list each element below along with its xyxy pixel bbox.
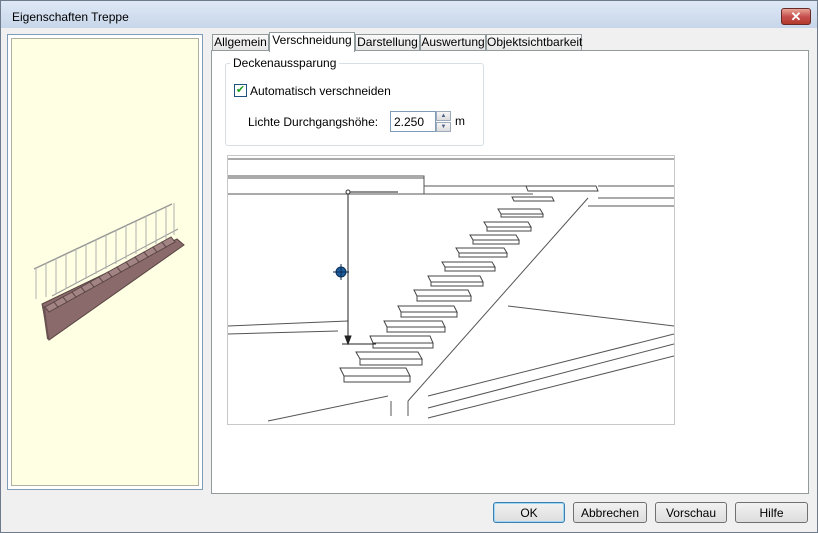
deckenaussparung-group — [225, 63, 484, 146]
crosshair-icon — [333, 264, 349, 280]
dialog-window: Eigenschaften Treppe ✕ Allgemein Verschn… — [0, 0, 818, 533]
help-button[interactable]: Hilfe — [735, 502, 808, 523]
stair-preview-panel — [7, 34, 203, 490]
group-label: Deckenaussparung — [230, 56, 340, 70]
tab-allgemein[interactable]: Allgemein — [212, 34, 269, 51]
close-icon: ✕ — [790, 9, 802, 24]
stair-cut-diagram — [227, 158, 675, 422]
tab-verschneidung[interactable]: Verschneidung — [269, 32, 355, 52]
tab-objektsichtbarkeit[interactable]: Objektsichtbarkeit — [486, 34, 582, 51]
stair-3d-preview — [33, 203, 185, 341]
cancel-button[interactable]: Abbrechen — [573, 502, 647, 523]
spin-down-icon[interactable]: ▼ — [436, 122, 451, 132]
stair-3d-model — [33, 203, 185, 341]
spin-up-icon[interactable]: ▲ — [436, 111, 451, 121]
title-bar[interactable]: Eigenschaften Treppe ✕ — [1, 1, 817, 28]
clear-height-input[interactable] — [390, 111, 436, 132]
clear-height-spinner: ▲ ▼ — [436, 111, 451, 132]
cut-illustration — [227, 155, 675, 425]
height-unit: m — [455, 114, 465, 128]
checkmark-icon: ✔ — [235, 84, 246, 96]
auto-cut-label[interactable]: Automatisch verschneiden — [250, 84, 391, 98]
tab-darstellung[interactable]: Darstellung — [355, 34, 420, 51]
tab-auswertung[interactable]: Auswertung — [420, 34, 486, 51]
stair-preview-canvas[interactable] — [11, 38, 199, 486]
clear-height-label: Lichte Durchgangshöhe: — [248, 115, 379, 129]
ok-button[interactable]: OK — [493, 502, 565, 523]
preview-button[interactable]: Vorschau — [655, 502, 727, 523]
close-button[interactable]: ✕ — [781, 8, 811, 25]
auto-cut-checkbox[interactable]: ✔ — [234, 84, 247, 97]
window-title: Eigenschaften Treppe — [12, 10, 129, 24]
